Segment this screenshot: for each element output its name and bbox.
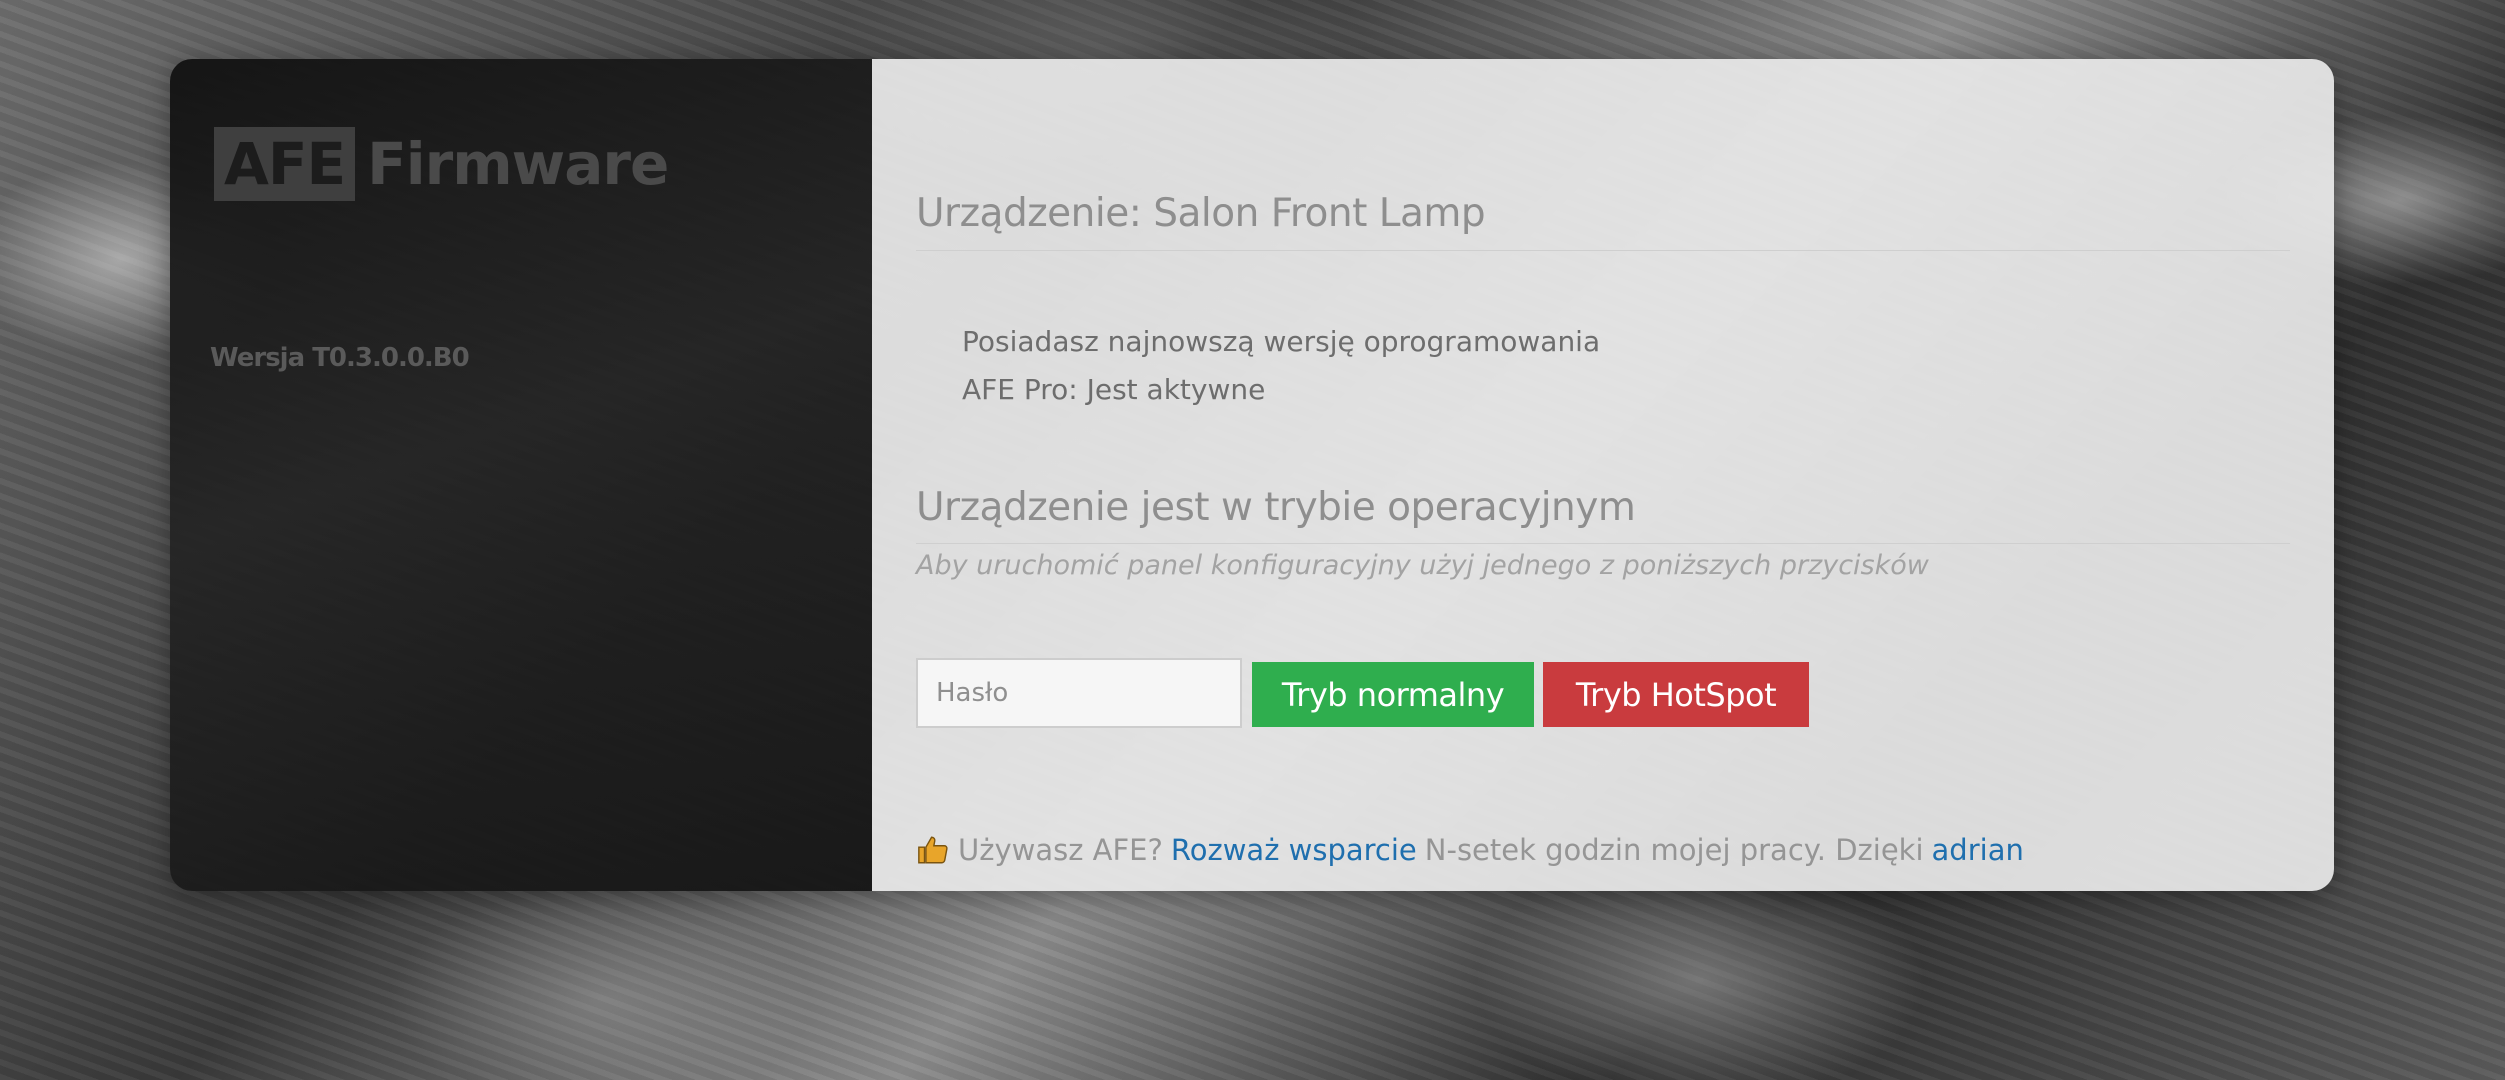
footer-text-middle: N-setek godzin mojej pracy. Dzięki	[1424, 833, 1924, 867]
logo-boxed-text: AFE	[214, 127, 356, 201]
author-link[interactable]: adrian	[1932, 833, 2024, 867]
main-panel: AFE Firmware Wersja T0.3.0.0.B0 Urządzen…	[170, 59, 2334, 891]
main-content: Urządzenie: Salon Front Lamp Posiadasz n…	[872, 59, 2334, 891]
logo-text: Firmware	[367, 130, 669, 198]
divider	[916, 250, 2290, 251]
divider	[916, 543, 2290, 544]
device-title: Urządzenie: Salon Front Lamp	[916, 191, 1486, 236]
normal-mode-button[interactable]: Tryb normalny	[1252, 662, 1534, 727]
support-link[interactable]: Rozważ wsparcie	[1171, 833, 1417, 867]
afe-logo: AFE Firmware	[214, 127, 669, 201]
afe-pro-status-text: AFE Pro: Jest aktywne	[962, 373, 1266, 406]
sidebar: AFE Firmware Wersja T0.3.0.0.B0	[170, 59, 872, 891]
mode-subtitle: Aby uruchomić panel konfiguracyjny użyj …	[916, 550, 1929, 581]
password-input[interactable]	[916, 658, 1242, 728]
firmware-version: Wersja T0.3.0.0.B0	[210, 343, 470, 373]
footer-text-before: Używasz AFE?	[958, 833, 1163, 867]
mode-title: Urządzenie jest w trybie operacyjnym	[916, 485, 1636, 530]
support-footer: Używasz AFE? Rozważ wsparcie N-setek god…	[916, 833, 2032, 867]
hotspot-mode-button[interactable]: Tryb HotSpot	[1543, 662, 1809, 727]
thumbs-up-icon	[918, 836, 948, 864]
firmware-status-text: Posiadasz najnowszą wersję oprogramowani…	[962, 325, 1601, 358]
